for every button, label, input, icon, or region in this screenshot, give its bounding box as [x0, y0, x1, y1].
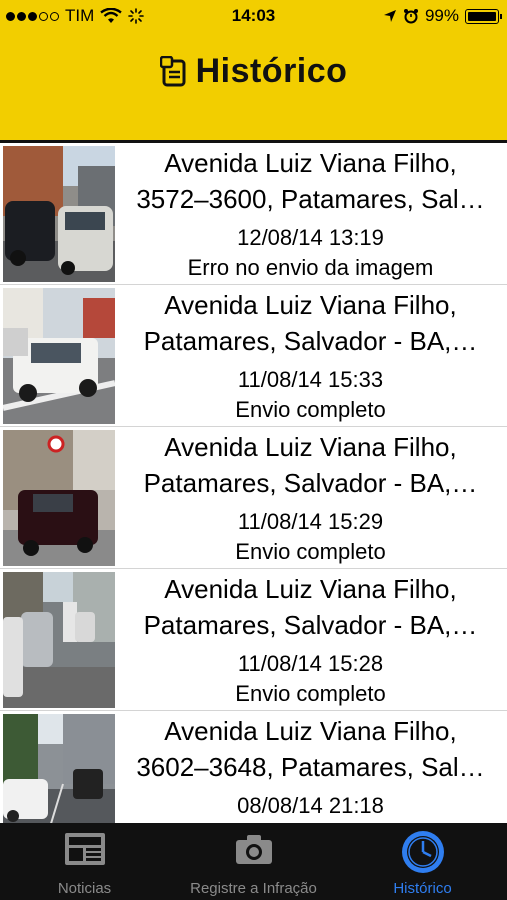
- nav-header: Histórico: [0, 32, 507, 143]
- record-address: Avenida Luiz Viana Filho, Patamares, Sal…: [143, 574, 478, 640]
- page-title: Histórico: [195, 52, 348, 90]
- record-address: Avenida Luiz Viana Filho, Patamares, Sal…: [143, 290, 478, 356]
- record-date: 08/08/14 21:18: [237, 793, 384, 818]
- record-photo: [3, 430, 115, 566]
- history-row[interactable]: Avenida Luiz Viana Filho, 3572–3600, Pat…: [0, 143, 507, 285]
- record-status: Envio completo: [235, 539, 386, 564]
- battery-icon: [465, 8, 502, 24]
- status-right: 99%: [383, 6, 502, 26]
- record-status: Erro no envio da imagem: [187, 255, 434, 280]
- record-address: Avenida Luiz Viana Filho, 3602–3648, Pat…: [136, 716, 485, 782]
- alarm-icon: [403, 9, 418, 24]
- history-row[interactable]: Avenida Luiz Viana Filho, Patamares, Sal…: [0, 285, 507, 427]
- history-doc-icon: [159, 55, 186, 86]
- record-photo: [3, 714, 115, 823]
- clock-icon: [401, 831, 444, 873]
- record-date: 11/08/14 15:28: [237, 651, 384, 676]
- title-wrap: Histórico: [0, 52, 507, 91]
- tab-registre-infracao[interactable]: Registre a Infração: [169, 823, 338, 900]
- tab-label: Registre a Infração: [190, 880, 317, 897]
- record-photo: [3, 288, 115, 424]
- tab-bar: Noticias Registre a Infração Histórico: [0, 823, 507, 900]
- record-date: 11/08/14 15:33: [237, 367, 384, 392]
- tab-label: Noticias: [57, 880, 112, 897]
- status-bar: TIM 14:03 99%: [0, 0, 507, 32]
- tab-noticias[interactable]: Noticias: [0, 823, 169, 900]
- newspaper-icon: [64, 833, 105, 865]
- record-status: Envio completo: [235, 397, 386, 422]
- history-row[interactable]: Avenida Luiz Viana Filho, Patamares, Sal…: [0, 427, 507, 569]
- record-address: Avenida Luiz Viana Filho, Patamares, Sal…: [143, 432, 478, 498]
- record-status: Envio completo: [235, 681, 386, 706]
- record-date: 11/08/14 15:29: [237, 509, 384, 534]
- tab-label: Histórico: [393, 880, 452, 897]
- record-date: 12/08/14 13:19: [237, 225, 384, 250]
- location-arrow-icon: [383, 10, 396, 22]
- history-list[interactable]: Avenida Luiz Viana Filho, 3572–3600, Pat…: [0, 143, 507, 823]
- record-photo: [3, 572, 115, 708]
- history-row[interactable]: Avenida Luiz Viana Filho, Patamares, Sal…: [0, 569, 507, 711]
- record-address: Avenida Luiz Viana Filho, 3572–3600, Pat…: [136, 148, 485, 214]
- battery-percent: 99%: [424, 6, 459, 25]
- tab-historico[interactable]: Histórico: [338, 823, 507, 900]
- camera-icon: [235, 835, 272, 864]
- history-row[interactable]: Avenida Luiz Viana Filho, 3602–3648, Pat…: [0, 711, 507, 823]
- record-photo: [3, 146, 115, 282]
